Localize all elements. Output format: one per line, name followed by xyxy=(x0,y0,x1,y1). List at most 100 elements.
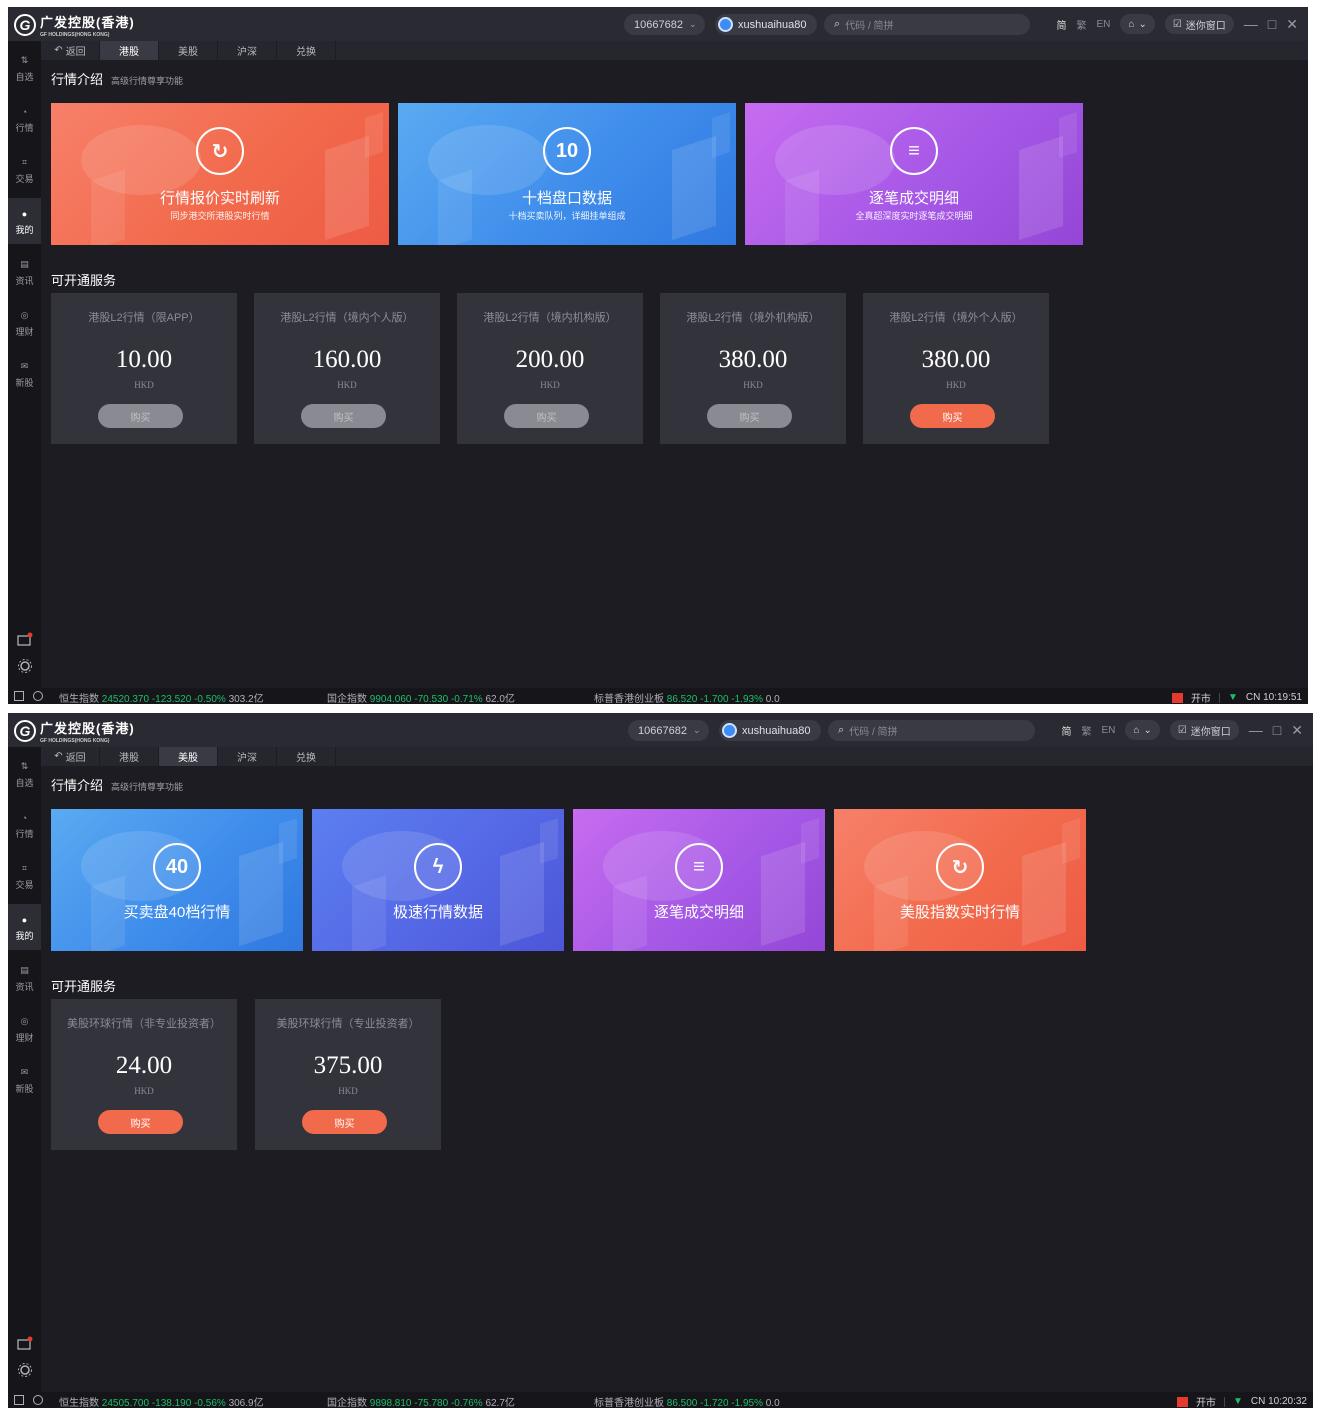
sidebar-item-label: 行情 xyxy=(15,123,34,133)
service-currency: HKD xyxy=(134,1086,154,1096)
sidebar-item-ipo[interactable]: ✉ 新股 xyxy=(8,1057,41,1103)
lang-en-button[interactable]: EN xyxy=(1096,19,1110,30)
sidebar-item-label: 自选 xyxy=(15,72,34,82)
skin-button[interactable]: ⌂ ⌄ xyxy=(1125,720,1160,740)
service-price: 375.00 xyxy=(313,1052,383,1079)
sidebar-item-user[interactable]: ● 我的 xyxy=(8,198,41,244)
index-ticker[interactable]: 国企指数 9904.060 -70.530 -0.71% 62.0亿 xyxy=(327,690,515,704)
sidebar-item-trade[interactable]: ⌗ 交易 xyxy=(8,853,41,899)
user-menu[interactable]: xushuaihua80 xyxy=(715,14,817,35)
buy-button[interactable]: 购买 xyxy=(301,404,386,428)
account-selector[interactable]: 10667682 ⌄ xyxy=(628,720,709,741)
service-price: 200.00 xyxy=(515,346,585,373)
sidebar-item-news[interactable]: ▤ 资讯 xyxy=(8,249,41,295)
minimize-icon[interactable]: — xyxy=(1249,722,1263,738)
lang-traditional-button[interactable]: 繁 xyxy=(1081,723,1091,738)
sidebar-item-wealth[interactable]: ◎ 理财 xyxy=(8,1006,41,1052)
message-icon[interactable] xyxy=(17,632,33,648)
tab-3[interactable]: 沪深 xyxy=(218,41,277,60)
sidebar-item-user[interactable]: ● 我的 xyxy=(8,904,41,950)
tab-label: 美股 xyxy=(178,47,198,58)
banner-icon-glyph: ↻ xyxy=(211,140,229,163)
market-tabs: ↶ 返回 港股 美股 沪深 兑换 xyxy=(41,41,1308,60)
sidebar-item-watchlist[interactable]: ⇅ 自选 xyxy=(8,45,41,91)
sidebar-item-wealth[interactable]: ◎ 理财 xyxy=(8,300,41,346)
user-menu[interactable]: xushuaihua80 xyxy=(719,720,821,741)
service-currency: HKD xyxy=(743,380,763,390)
shirt-icon: ⌂ xyxy=(1128,18,1135,30)
tab-3[interactable]: 沪深 xyxy=(218,747,277,766)
tab-1[interactable]: 港股 xyxy=(100,747,159,766)
banner-decoration xyxy=(801,818,819,864)
index-ticker[interactable]: 标普香港创业板 86.520 -1.700 -1.93% 0.0 xyxy=(594,690,780,704)
lang-simplified-button[interactable]: 简 xyxy=(1061,723,1071,738)
service-price: 24.00 xyxy=(115,1052,173,1079)
market-icon: ◔ xyxy=(21,812,28,823)
intro-title: 行情介绍 xyxy=(51,72,104,87)
account-id: 10667682 xyxy=(634,18,683,31)
tab-0[interactable]: ↶ 返回 xyxy=(41,747,100,766)
status-right: 开市 ▼ CN 10:20:32 xyxy=(1176,1394,1307,1408)
panel-toggle-icon[interactable] xyxy=(14,1395,24,1405)
index-value: 9898.810 -75.780 -0.76% xyxy=(369,1398,483,1408)
index-value: 24505.700 -138.190 -0.56% xyxy=(101,1398,226,1408)
sidebar-item-market[interactable]: ◔ 行情 xyxy=(8,802,41,848)
buy-button[interactable]: 购买 xyxy=(910,404,995,428)
service-card: 港股L2行情（境外个人版） 380.00 HKD 购买 xyxy=(863,293,1049,444)
index-ticker[interactable]: 恒生指数 24505.700 -138.190 -0.56% 306.9亿 xyxy=(59,1394,264,1408)
index-ticker[interactable]: 恒生指数 24520.370 -123.520 -0.50% 303.2亿 xyxy=(59,690,264,704)
skin-button[interactable]: ⌂ ⌄ xyxy=(1120,14,1155,34)
banner-icon-glyph: ↻ xyxy=(951,856,969,879)
panel-toggle-icon[interactable] xyxy=(14,691,24,701)
mini-window-button[interactable]: ☑ 迷你窗口 xyxy=(1169,720,1239,740)
tab-2[interactable]: 美股 xyxy=(159,747,218,766)
chevron-down-icon: ⌄ xyxy=(688,19,697,29)
search-icon[interactable] xyxy=(33,1395,43,1405)
account-selector[interactable]: 10667682 ⌄ xyxy=(624,14,705,35)
index-ticker[interactable]: 标普香港创业板 86.500 -1.720 -1.95% 0.0 xyxy=(594,1394,780,1408)
settings-icon[interactable] xyxy=(17,658,33,674)
service-name: 港股L2行情（境外机构版） xyxy=(686,312,820,324)
index-value: 86.500 -1.720 -1.95% xyxy=(666,1398,763,1408)
sidebar-item-ipo[interactable]: ✉ 新股 xyxy=(8,351,41,397)
sidebar-item-news[interactable]: ▤ 资讯 xyxy=(8,955,41,1001)
close-icon[interactable]: ✕ xyxy=(1286,16,1298,33)
tab-1[interactable]: 港股 xyxy=(100,41,159,60)
index-value: 9904.060 -70.530 -0.71% xyxy=(369,694,483,704)
search-icon[interactable] xyxy=(33,691,43,701)
buy-button[interactable]: 购买 xyxy=(504,404,589,428)
tab-4[interactable]: 兑换 xyxy=(277,747,336,766)
tab-4[interactable]: 兑换 xyxy=(277,41,336,60)
maximize-icon[interactable]: □ xyxy=(1268,16,1276,32)
sidebar-item-trade[interactable]: ⌗ 交易 xyxy=(8,147,41,193)
index-name: 恒生指数 xyxy=(59,1398,99,1408)
index-volume: 62.7亿 xyxy=(485,1398,515,1408)
tab-2[interactable]: 美股 xyxy=(159,41,218,60)
settings-icon[interactable] xyxy=(17,1362,33,1378)
tab-label: 返回 xyxy=(65,47,86,58)
lang-simplified-button[interactable]: 简 xyxy=(1056,17,1066,32)
mini-window-button[interactable]: ☑ 迷你窗口 xyxy=(1164,14,1234,34)
index-ticker[interactable]: 国企指数 9898.810 -75.780 -0.76% 62.7亿 xyxy=(327,1394,515,1408)
sidebar-item-market[interactable]: ◔ 行情 xyxy=(8,96,41,142)
sidebar-item-label: 新股 xyxy=(15,378,34,388)
search-input[interactable]: ⌕ 代码 / 简拼 xyxy=(828,720,1035,741)
minimize-icon[interactable]: — xyxy=(1244,16,1258,32)
buy-button[interactable]: 购买 xyxy=(98,404,183,428)
market-icon: ◔ xyxy=(21,106,28,117)
intro-section-title: 行情介绍 高级行情尊享功能 xyxy=(51,775,183,794)
tab-0[interactable]: ↶ 返回 xyxy=(41,41,100,60)
maximize-icon[interactable]: □ xyxy=(1273,722,1281,738)
sidebar-item-watchlist[interactable]: ⇅ 自选 xyxy=(8,751,41,797)
message-icon[interactable] xyxy=(17,1336,33,1352)
tab-label: 返回 xyxy=(65,753,86,764)
title-bar: G 广发控股(香港) GF HOLDINGS(HONG KONG) 10667682 ⌄… xyxy=(8,7,1308,41)
tab-label: 沪深 xyxy=(237,753,257,764)
buy-button[interactable]: 购买 xyxy=(707,404,792,428)
close-icon[interactable]: ✕ xyxy=(1291,722,1303,739)
lang-en-button[interactable]: EN xyxy=(1101,725,1115,736)
lang-traditional-button[interactable]: 繁 xyxy=(1076,17,1086,32)
buy-button[interactable]: 购买 xyxy=(98,1110,183,1134)
buy-button[interactable]: 购买 xyxy=(302,1110,387,1134)
search-input[interactable]: ⌕ 代码 / 简拼 xyxy=(824,14,1030,35)
